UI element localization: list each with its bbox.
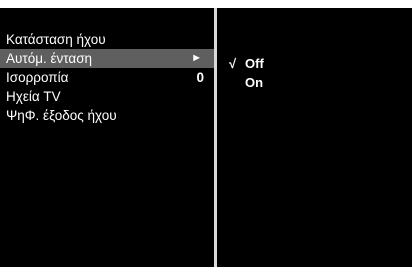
tv-osd-screen: Κατάσταση ήχου Αυτόμ. ένταση ► Ισορροπία…: [0, 0, 412, 277]
check-mark-icon: √: [229, 56, 237, 71]
auto-volume-options: √ Off On: [227, 54, 264, 92]
menu-item-digital-audio-out[interactable]: ΨηΦ. έξοδος ήχου: [0, 106, 214, 125]
auto-volume-submenu-panel: √ Off On: [217, 8, 412, 267]
submenu-arrow-icon: ►: [191, 52, 202, 64]
option-off[interactable]: √ Off: [227, 54, 264, 73]
menu-item-auto-volume[interactable]: Αυτόμ. ένταση ►: [0, 49, 214, 68]
menu-item-balance[interactable]: Ισορροπία 0: [0, 68, 214, 87]
option-label: On: [245, 75, 264, 90]
option-on[interactable]: On: [227, 73, 264, 92]
audio-menu-panel: Κατάσταση ήχου Αυτόμ. ένταση ► Ισορροπία…: [0, 8, 214, 267]
menu-item-label: Ισορροπία: [6, 70, 69, 85]
menu-item-tv-speakers[interactable]: Ηχεία TV: [0, 87, 214, 106]
menu-item-label: Κατάσταση ήχου: [6, 32, 106, 47]
balance-value: 0: [196, 70, 204, 85]
audio-menu-list: Κατάσταση ήχου Αυτόμ. ένταση ► Ισορροπία…: [0, 30, 214, 125]
menu-item-label: ΨηΦ. έξοδος ήχου: [6, 108, 117, 123]
menu-item-label: Αυτόμ. ένταση: [6, 51, 93, 66]
option-label: Off: [245, 56, 264, 71]
menu-item-sound-mode[interactable]: Κατάσταση ήχου: [0, 30, 214, 49]
menu-item-label: Ηχεία TV: [6, 89, 61, 104]
